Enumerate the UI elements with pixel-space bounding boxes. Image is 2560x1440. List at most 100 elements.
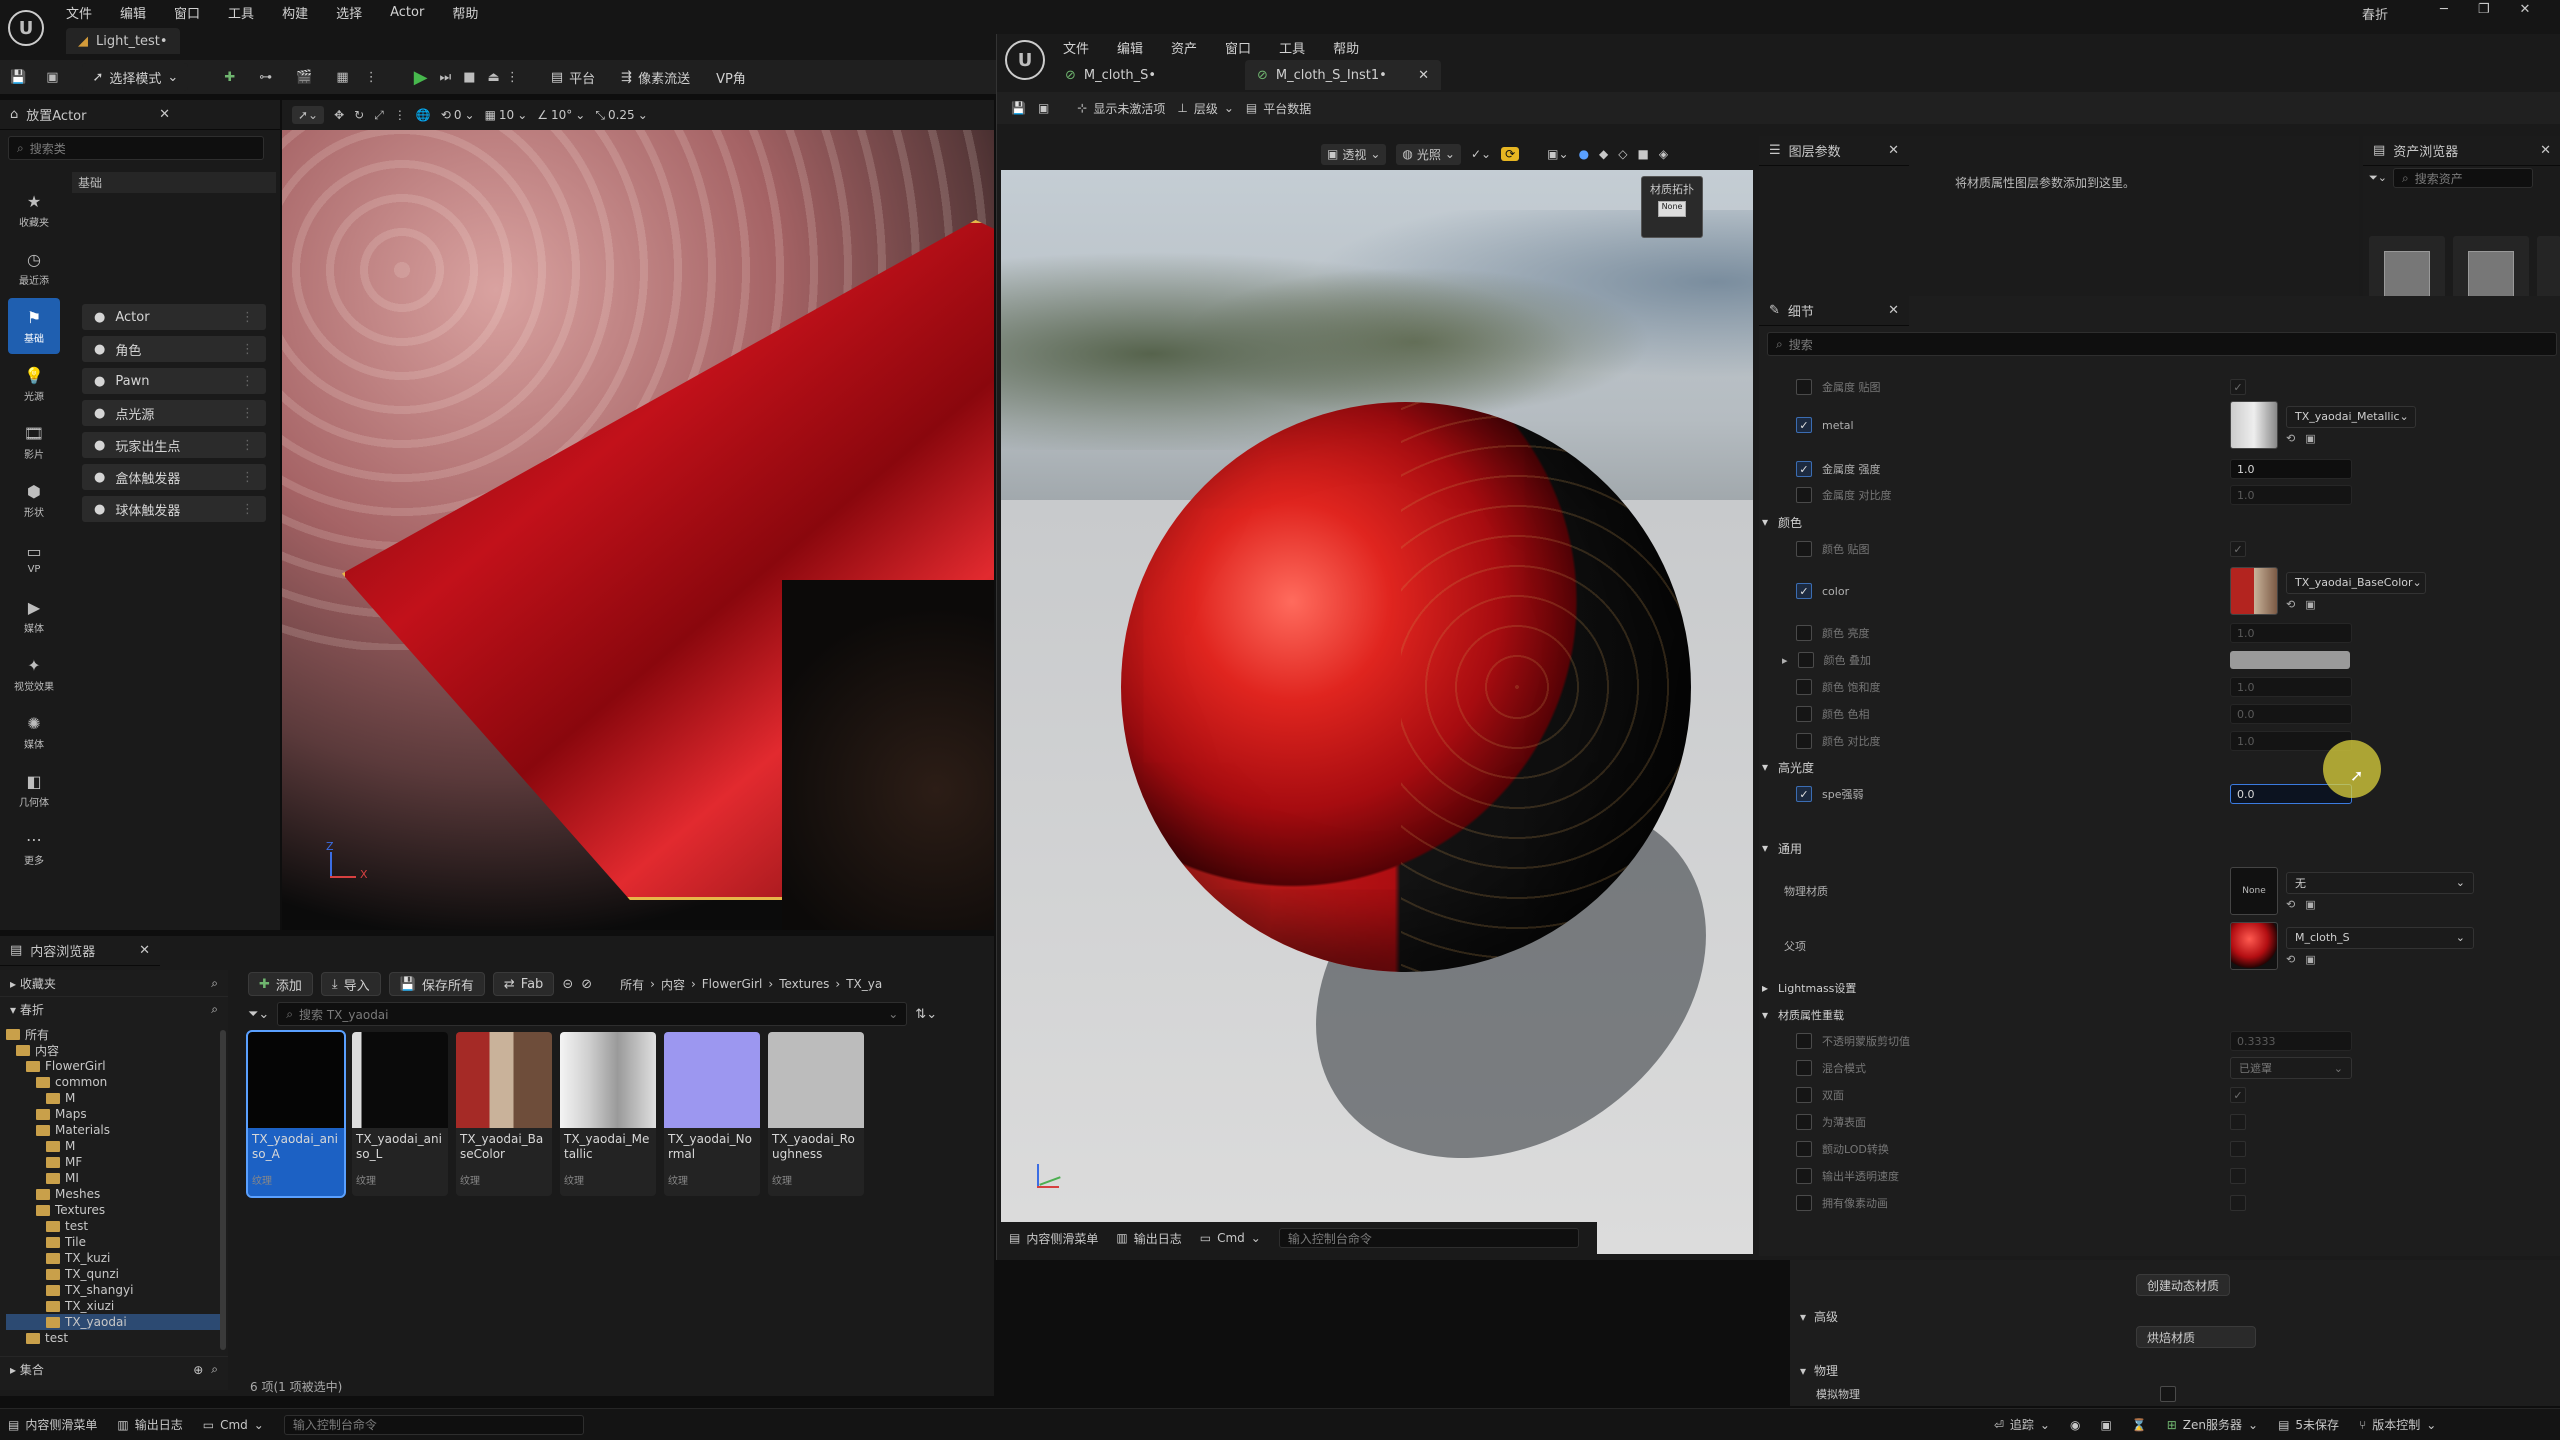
drag-handle-icon[interactable]: ⋮ (241, 470, 254, 485)
asset-tile[interactable]: TX_yaodai_aniso_L 纹理 (352, 1032, 448, 1196)
asset-tile[interactable]: TX_yaodai_aniso_A 纹理 (246, 1030, 346, 1198)
close-tab-icon[interactable]: ✕ (1888, 143, 1899, 158)
category-lightmass[interactable]: ▸ Lightmass设置 (1762, 974, 1856, 1002)
translate-icon[interactable]: ✥ (334, 108, 344, 122)
place-category[interactable]: 🎞 影片 (8, 414, 60, 470)
category-specular[interactable]: ▾ 高光度 (1762, 753, 1814, 781)
cmd-dropdown[interactable]: ▭ Cmd ⌄ (203, 1418, 264, 1432)
eject-icon[interactable]: ⏏ (488, 70, 500, 85)
sphere-preview-icon[interactable]: ● (1579, 147, 1589, 161)
place-actor-item[interactable]: ● 玩家出生点 ⋮ (82, 432, 266, 458)
add-collection-icon[interactable]: ⊕ (193, 1363, 203, 1377)
filter-icon[interactable]: ⏷⌄ (248, 1007, 269, 1022)
rotate-icon[interactable]: ↻ (354, 108, 364, 122)
build-icon[interactable]: ▦ (336, 70, 348, 85)
category-overrides[interactable]: ▾ 材质属性重载 (1762, 1001, 1844, 1029)
breadcrumb-item[interactable]: FlowerGirl (702, 977, 763, 991)
favorites-row[interactable]: ▸ 收藏夹 ⌕ (0, 970, 228, 996)
platform-data-button[interactable]: ▤ 平台数据 (1246, 100, 1311, 117)
place-actor-item[interactable]: ● 点光源 ⋮ (82, 400, 266, 426)
close-tab-icon[interactable]: ✕ (139, 943, 150, 958)
drag-handle-icon[interactable]: ⋮ (241, 374, 254, 389)
unsaved-button[interactable]: ▤ 5未保存 (2278, 1416, 2339, 1433)
place-category[interactable]: ◧ 几何体 (8, 762, 60, 818)
tree-scrollbar[interactable] (220, 1030, 226, 1350)
override-checkbox[interactable] (1796, 541, 1812, 557)
menu-item[interactable]: 选择 (336, 3, 362, 22)
blueprint-icon[interactable]: ⊶ (259, 70, 272, 85)
use-selected-icon[interactable]: ⟲ (2286, 898, 2295, 911)
breadcrumb-item[interactable]: Textures (779, 977, 829, 991)
place-category[interactable]: ⬢ 形状 (8, 472, 60, 528)
use-selected-icon[interactable]: ⟲ (2286, 598, 2295, 611)
folder-tree-item[interactable]: test (6, 1218, 222, 1234)
place-actor-item[interactable]: ● 球体触发器 ⋮ (82, 496, 266, 522)
record-icon[interactable]: ◉ (2070, 1418, 2080, 1432)
folder-tree-item[interactable]: TX_qunzi (6, 1266, 222, 1282)
asset-tile[interactable]: TX_yaodai_Roughness 纹理 (768, 1032, 864, 1196)
bake-material-button[interactable]: 烘焙材质 (2136, 1326, 2256, 1348)
override-checkbox[interactable] (1796, 1114, 1812, 1130)
simulate-checkbox[interactable] (2160, 1386, 2176, 1402)
step-icon[interactable]: ⏭ (440, 70, 452, 85)
folder-tree-item[interactable]: common (6, 1074, 222, 1090)
cmd-dropdown[interactable]: ▭ Cmd ⌄ (1200, 1231, 1261, 1245)
folder-tree-item[interactable]: M (6, 1090, 222, 1106)
folder-tree-item[interactable]: Meshes (6, 1186, 222, 1202)
place-actor-search[interactable]: ⌕ 搜索类 (8, 136, 264, 160)
content-drawer-button[interactable]: ▤ 内容侧滑菜单 (8, 1416, 97, 1433)
level-viewport[interactable]: Z X ➚⌄ ✥ ↻ ⤢ ⋮ 🌐 ⟲ 0 ⌄ ▦ 10 ⌄ ∠ 10° ⌄ ⤡ 0.25 ⌄ (282, 100, 994, 930)
search-icon[interactable]: ⌕ (211, 976, 218, 991)
hierarchy-button[interactable]: ⊥ 层级 ⌄ (1177, 100, 1234, 117)
place-actor-item[interactable]: ● Actor ⋮ (82, 304, 266, 330)
place-actor-item[interactable]: ● 角色 ⋮ (82, 336, 266, 362)
browse-icon[interactable]: ▣ (2305, 598, 2315, 611)
close-window-icon[interactable]: ✕ (2519, 2, 2530, 17)
param-checkbox[interactable] (2230, 1168, 2246, 1184)
browse-icon[interactable]: ▣ (46, 70, 58, 85)
metal-texture-combo[interactable]: TX_yaodai_Metallic ⌄ (2286, 405, 2416, 428)
restore-icon[interactable]: ❐ (2478, 2, 2490, 17)
close-tab-icon[interactable]: ✕ (1888, 303, 1899, 318)
param-checkbox[interactable] (2230, 1141, 2246, 1157)
details-search[interactable]: ⌕ 搜索 (1767, 332, 2557, 356)
preview-shapes-icon[interactable]: ▣⌄ (1547, 147, 1568, 161)
folder-tree-item[interactable]: test (6, 1330, 222, 1346)
cinematics-icon[interactable]: 🎬 (296, 70, 312, 85)
drag-handle-icon[interactable]: ⋮ (241, 502, 254, 517)
camera-icon[interactable]: ▣ (2100, 1418, 2111, 1432)
platform-button[interactable]: ▤ 平台 (541, 63, 605, 91)
folder-tree-item[interactable]: Textures (6, 1202, 222, 1218)
override-checkbox[interactable] (1796, 1087, 1812, 1103)
trace-button[interactable]: ⏎ 追踪 ⌄ (1994, 1416, 2050, 1433)
place-category[interactable]: 💡 光源 (8, 356, 60, 412)
browse-icon[interactable]: ▣ (2305, 898, 2315, 911)
more-play-icon[interactable]: ⋮ (506, 70, 519, 85)
filter-icon[interactable]: ⏷⌄ (2369, 171, 2387, 185)
teapot-preview-icon[interactable]: ◈ (1659, 147, 1668, 161)
drag-handle-icon[interactable]: ⋮ (241, 310, 254, 325)
override-checkbox[interactable] (1796, 1141, 1812, 1157)
browse-icon[interactable]: ▣ (2305, 953, 2315, 966)
search-icon[interactable]: ⌕ (211, 1002, 218, 1017)
derived-data-icon[interactable]: ⌛ (2132, 1418, 2147, 1432)
console-input[interactable]: 输入控制台命令 (283, 1414, 584, 1435)
use-selected-icon[interactable]: ⟲ (2286, 432, 2295, 445)
breadcrumb-item[interactable]: 内容 (661, 976, 685, 993)
realtime-icon[interactable]: ⟳ (1501, 147, 1520, 161)
override-checkbox[interactable] (1796, 1060, 1812, 1076)
tab-m-cloth-s[interactable]: ⊘ M_cloth_S• (1053, 60, 1243, 90)
breadcrumb-item[interactable]: 所有 (620, 976, 644, 993)
output-log-button[interactable]: ▥ 输出日志 (1116, 1230, 1181, 1247)
sort-icon[interactable]: ⇅⌄ (915, 1007, 937, 1022)
import-button[interactable]: ⤓ 导入 (320, 972, 381, 996)
color-hue-field[interactable]: 0.0 (2230, 704, 2352, 724)
close-tab-icon[interactable]: ✕ (159, 107, 170, 122)
phys-material-thumb[interactable]: None (2230, 867, 2278, 915)
param-checkbox[interactable]: ✓ (2230, 1087, 2246, 1103)
folder-tree-item[interactable]: Maps (6, 1106, 222, 1122)
grid-snap[interactable]: ▦ 10 ⌄ (485, 108, 528, 122)
close-tab-icon[interactable]: ✕ (1418, 68, 1429, 83)
cylinder-preview-icon[interactable]: ◆ (1599, 147, 1608, 161)
save-icon[interactable]: 💾 (1011, 101, 1026, 115)
